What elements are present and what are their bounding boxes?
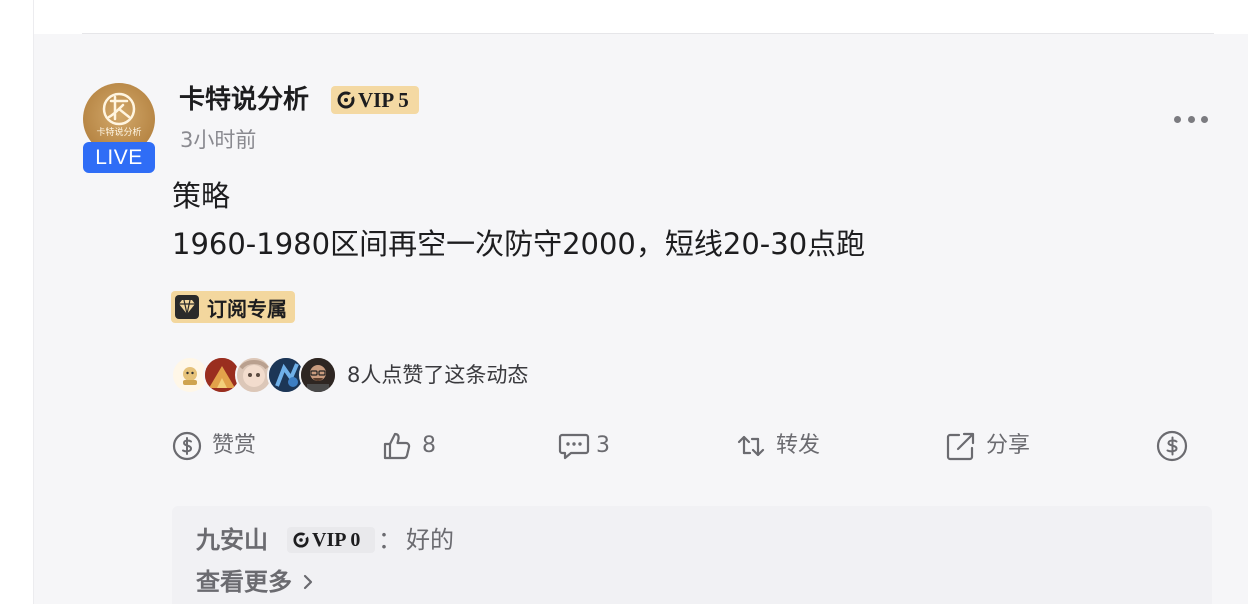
diamond-icon [175,295,199,319]
comment-author[interactable]: 九安山 [196,524,268,556]
dot [1187,115,1195,123]
see-more-label: 查看更多 [196,568,292,596]
comment-button[interactable]: 3 [558,430,610,462]
vip-label: VIP 5 [358,87,409,112]
thumbs-up-icon [383,432,411,460]
share-label: 分享 [986,433,1031,458]
subscription-label: 订阅专属 [207,296,287,321]
repost-label: 转发 [776,433,821,458]
repost-button[interactable]: 转发 [736,430,820,462]
reward-label: 赞赏 [212,433,257,458]
comment-preview [172,506,1212,604]
comment-count: 3 [596,433,610,458]
share-arrow-icon [946,432,975,461]
like-button[interactable]: 8 [382,430,436,462]
comment-vip-badge: VIP 0 [287,527,375,553]
share-button[interactable]: 分享 [946,430,1030,462]
live-badge[interactable]: LIVE [83,142,155,173]
dot [1201,115,1208,123]
comment-bubble-icon [558,433,590,460]
previous-post-area [0,0,1248,34]
subscription-badge[interactable]: 订阅专属 [171,291,295,323]
avatar-caption: 卡特说分析 [96,128,142,138]
likes-summary[interactable]: 8人点赞了这条动态 [347,361,528,389]
left-rail [0,0,34,604]
tip-button[interactable] [1156,430,1188,462]
post-title: 策略 [172,179,231,213]
see-more-link[interactable]: 查看更多 [196,566,314,598]
chevron-right-icon [303,574,313,590]
liker-avatar[interactable] [299,356,337,394]
comment-vip-label: VIP 0 [312,528,361,551]
comment-colon: ： [378,526,402,554]
author-name[interactable]: 卡特说分析 [179,84,309,116]
post-body: 1960-1980区间再空一次防守2000，短线20-30点跑 [172,227,866,261]
vip-crescent-icon [293,532,309,548]
dollar-coin-icon [1156,430,1188,462]
reward-button[interactable]: 赞赏 [172,430,256,462]
more-dots-icon[interactable] [1172,108,1210,130]
repost-arrows-icon [737,435,765,457]
comment-text: 好的 [406,526,454,554]
post-time: 3小时前 [180,128,257,152]
reward-coin-icon [172,431,202,461]
vip-crescent-icon [337,91,355,109]
dot [1174,115,1181,123]
vip-badge: VIP 5 [331,86,419,114]
like-count: 8 [422,433,436,458]
